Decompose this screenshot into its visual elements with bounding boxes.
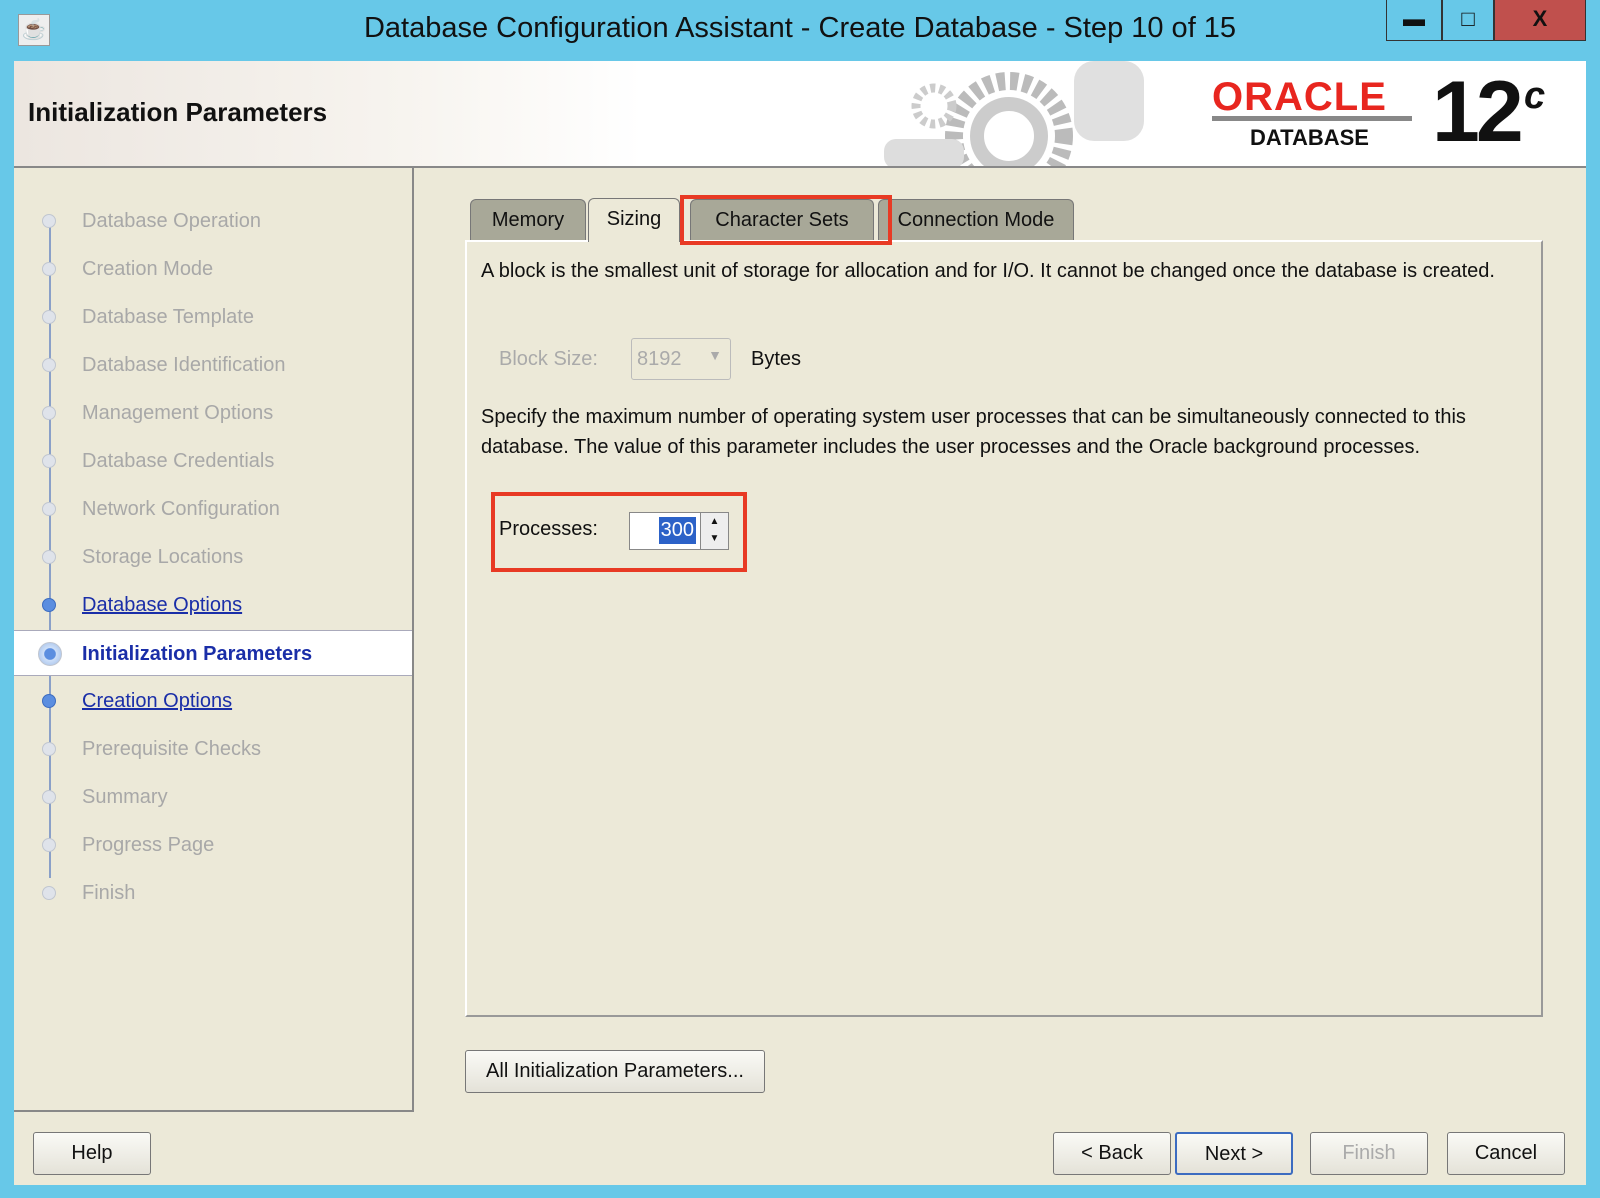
all-initialization-parameters-button[interactable]: All Initialization Parameters... bbox=[465, 1050, 765, 1093]
logo-product: DATABASE bbox=[1250, 125, 1369, 150]
step-indicator-icon bbox=[42, 742, 56, 756]
oracle-logo: ORACLE bbox=[1212, 75, 1387, 119]
tab-label: Connection Mode bbox=[897, 209, 1055, 231]
sizing-panel: A block is the smallest unit of storage … bbox=[465, 240, 1543, 1017]
step-summary: Summary bbox=[14, 774, 412, 820]
steps-navigation: Database Operation Creation Mode Database … bbox=[14, 168, 414, 1112]
step-indicator-icon bbox=[42, 502, 56, 516]
step-indicator-icon bbox=[42, 310, 56, 324]
close-button[interactable]: X bbox=[1494, 0, 1586, 41]
step-label: Creation Options bbox=[82, 690, 233, 712]
step-label: Database Operation bbox=[82, 210, 262, 232]
step-indicator-icon bbox=[42, 598, 56, 612]
back-button[interactable]: < Back bbox=[1053, 1132, 1171, 1175]
processes-description: Specify the maximum number of operating … bbox=[481, 406, 1466, 458]
block-size-description: A block is the smallest unit of storage … bbox=[481, 260, 1495, 282]
step-indicator-icon bbox=[42, 790, 56, 804]
header-banner: Initialization Parameters ORACLE DATABAS… bbox=[14, 61, 1586, 168]
block-size-unit: Bytes bbox=[751, 348, 802, 370]
dialog-body: Initialization Parameters ORACLE DATABAS… bbox=[14, 61, 1586, 1185]
highlight-box-processes bbox=[491, 492, 747, 572]
gears-graphic-icon bbox=[884, 61, 1144, 166]
step-indicator-icon bbox=[42, 262, 56, 276]
step-prerequisite-checks: Prerequisite Checks bbox=[14, 726, 412, 772]
step-label: Finish bbox=[82, 882, 136, 904]
step-indicator-icon bbox=[42, 214, 56, 228]
step-label: Initialization Parameters bbox=[82, 643, 313, 665]
logo-version: 12 bbox=[1432, 64, 1524, 160]
step-creation-options[interactable]: Creation Options bbox=[14, 678, 412, 724]
window-title: Database Configuration Assistant - Creat… bbox=[363, 12, 1237, 44]
title-bar: ☕ Database Configuration Assistant - Cre… bbox=[0, 0, 1600, 61]
step-label: Database Options bbox=[82, 594, 243, 616]
step-database-credentials: Database Credentials bbox=[14, 438, 412, 484]
chevron-down-icon: ▼ bbox=[708, 347, 722, 363]
cancel-button[interactable]: Cancel bbox=[1447, 1132, 1565, 1175]
step-label: Summary bbox=[82, 786, 168, 808]
step-label: Creation Mode bbox=[82, 258, 214, 280]
step-label: Storage Locations bbox=[82, 546, 244, 568]
step-label: Network Configuration bbox=[82, 498, 280, 520]
step-database-identification: Database Identification bbox=[14, 342, 412, 388]
step-indicator-icon bbox=[42, 550, 56, 564]
step-indicator-icon bbox=[42, 838, 56, 852]
step-indicator-icon bbox=[42, 358, 56, 372]
step-initialization-parameters[interactable]: Initialization Parameters bbox=[14, 630, 412, 676]
step-label: Database Template bbox=[82, 306, 254, 328]
step-label: Database Identification bbox=[82, 354, 286, 376]
maximize-button[interactable]: □ bbox=[1442, 0, 1494, 41]
minimize-button[interactable]: ▬ bbox=[1386, 0, 1442, 41]
tab-label: Memory bbox=[491, 209, 565, 231]
tab-sizing[interactable]: Sizing bbox=[588, 198, 680, 242]
step-database-template: Database Template bbox=[14, 294, 412, 340]
step-indicator-icon bbox=[42, 406, 56, 420]
step-indicator-icon bbox=[42, 454, 56, 468]
step-finish: Finish bbox=[14, 870, 412, 916]
step-network-configuration: Network Configuration bbox=[14, 486, 412, 532]
step-indicator-icon bbox=[38, 642, 62, 666]
help-button[interactable]: Help bbox=[33, 1132, 151, 1175]
step-indicator-icon bbox=[42, 886, 56, 900]
finish-button: Finish bbox=[1310, 1132, 1428, 1175]
tab-connection-mode[interactable]: Connection Mode bbox=[878, 199, 1074, 241]
next-button[interactable]: Next > bbox=[1175, 1132, 1293, 1175]
logo-divider bbox=[1212, 116, 1412, 121]
highlight-box-character-sets bbox=[680, 195, 892, 245]
step-management-options: Management Options bbox=[14, 390, 412, 436]
step-storage-locations: Storage Locations bbox=[14, 534, 412, 580]
step-database-options[interactable]: Database Options bbox=[14, 582, 412, 628]
step-label: Progress Page bbox=[82, 834, 215, 856]
page-title: Initialization Parameters bbox=[28, 97, 328, 127]
tab-label: Sizing bbox=[606, 208, 662, 230]
step-database-operation: Database Operation bbox=[14, 198, 412, 244]
tab-memory[interactable]: Memory bbox=[470, 199, 586, 241]
step-label: Prerequisite Checks bbox=[82, 738, 261, 760]
step-label: Database Credentials bbox=[82, 450, 275, 472]
step-indicator-icon bbox=[42, 694, 56, 708]
block-size-select: 8192 ▼ bbox=[631, 338, 731, 380]
step-progress-page: Progress Page bbox=[14, 822, 412, 868]
step-label: Management Options bbox=[82, 402, 274, 424]
block-size-label: Block Size: bbox=[499, 348, 598, 370]
step-creation-mode: Creation Mode bbox=[14, 246, 412, 292]
logo-suffix: c bbox=[1524, 75, 1546, 117]
block-size-value: 8192 bbox=[637, 348, 682, 370]
